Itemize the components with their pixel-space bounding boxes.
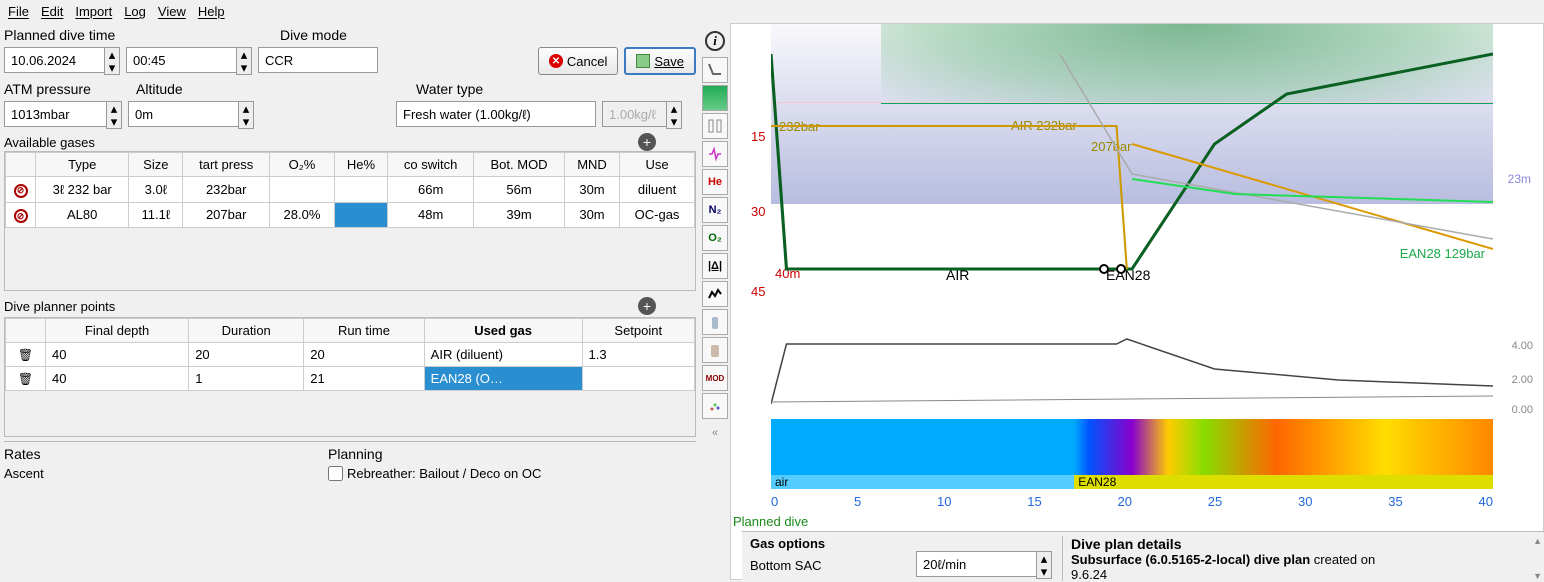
rates-label: Rates [4, 446, 324, 462]
time-axis: 0510152025303540 [771, 494, 1493, 514]
cancel-button[interactable]: ✕Cancel [538, 47, 618, 75]
atm-input[interactable]: ▴▾ [4, 101, 122, 129]
gases-table: Type Size tart press O₂% He% co switch B… [5, 152, 695, 228]
tool-heartrate-icon[interactable] [702, 141, 728, 167]
ascent-label: Ascent [4, 466, 324, 481]
add-gas-button[interactable]: + [638, 133, 656, 151]
gas-row[interactable]: ⊘ AL8011.1ℓ207bar28.0% 48m39m30mOC-gas [6, 202, 695, 228]
altitude-label: Altitude [136, 81, 274, 97]
menu-import[interactable]: Import [75, 4, 112, 19]
water-type-label: Water type [416, 81, 483, 97]
tool-tissue-icon[interactable] [702, 337, 728, 363]
close-icon: ✕ [549, 54, 563, 68]
delete-icon[interactable]: ⊘ [14, 184, 28, 198]
planned-dive-label: Planned dive [733, 514, 808, 529]
tool-scale-icon[interactable]: |Δ| [702, 253, 728, 279]
menu-log[interactable]: Log [124, 4, 146, 19]
water-type-select[interactable]: Fresh water (1.00kg/ℓ) [396, 101, 596, 127]
tool-n2-icon[interactable]: N₂ [702, 197, 728, 223]
bottom-sac-label: Bottom SAC [750, 558, 910, 573]
bottom-sac-input[interactable]: ▴▾ [916, 551, 1052, 579]
tool-ceiling-icon[interactable] [702, 85, 728, 111]
collapse-toolbar-icon[interactable]: « [702, 427, 728, 439]
altitude-input[interactable]: ▴▾ [128, 101, 254, 129]
time-input[interactable]: ▴▾ [126, 47, 252, 75]
tool-he-icon[interactable]: He [702, 169, 728, 195]
bailout-checkbox[interactable] [328, 466, 343, 481]
tool-sac-icon[interactable] [702, 281, 728, 307]
point-row[interactable]: 🗑 402020 AIR (diluent)1.3 [6, 343, 695, 367]
menu-help[interactable]: Help [198, 4, 225, 19]
menu-file[interactable]: File [8, 4, 29, 19]
gas-row[interactable]: ⊘ 3ℓ 232 bar3.0ℓ232bar 66m56m30mdiluent [6, 177, 695, 203]
menu-view[interactable]: View [158, 4, 186, 19]
dive-plan-details-text: Subsurface (6.0.5165-2-local) dive plan … [1071, 552, 1536, 582]
tool-o2-icon[interactable]: O₂ [702, 225, 728, 251]
dive-profile-graph[interactable]: GF 50/70 15 30 45 40m 232bar AIR 232bar … [730, 23, 1544, 580]
details-scroll-up[interactable]: ▲ [1533, 536, 1542, 546]
save-button[interactable]: Save [624, 47, 696, 75]
dive-plan-details-label: Dive plan details [1071, 536, 1536, 552]
tool-3m-icon[interactable] [702, 113, 728, 139]
add-point-button[interactable]: + [638, 297, 656, 315]
tool-mod-icon[interactable]: MOD [702, 365, 728, 391]
planning-label: Planning [328, 446, 696, 462]
planner-points-label: Dive planner points [4, 299, 115, 314]
delete-icon[interactable]: ⊘ [14, 209, 28, 223]
tool-tank-icon[interactable] [702, 309, 728, 335]
tool-deco-icon[interactable] [702, 393, 728, 419]
info-icon[interactable]: i [705, 31, 725, 51]
available-gases-label: Available gases [4, 135, 95, 150]
details-scroll-down[interactable]: ▼ [1533, 571, 1542, 581]
save-icon [636, 54, 650, 68]
date-input[interactable]: ▴▾ [4, 47, 120, 75]
point-row[interactable]: 🗑 40121 EAN28 (O… [6, 367, 695, 391]
menu-edit[interactable]: Edit [41, 4, 63, 19]
delete-icon[interactable]: 🗑 [18, 348, 33, 362]
delete-icon[interactable]: 🗑 [18, 372, 33, 386]
planned-dive-time-label: Planned dive time [4, 27, 130, 43]
dive-mode-label: Dive mode [280, 27, 347, 43]
waypoint-marker[interactable] [1099, 264, 1109, 274]
tool-profile-icon[interactable] [702, 57, 728, 83]
atm-label: ATM pressure [4, 81, 130, 97]
tissue-heatmap: air EAN28 [771, 419, 1493, 489]
dive-mode-select[interactable]: CCR [258, 47, 378, 73]
gas-options-label: Gas options [750, 536, 1054, 551]
waypoint-marker[interactable] [1116, 264, 1126, 274]
bailout-label: Rebreather: Bailout / Deco on OC [347, 466, 541, 481]
points-table: Final depth Duration Run time Used gas S… [5, 318, 695, 391]
density-input: ▴▾ [602, 101, 682, 129]
